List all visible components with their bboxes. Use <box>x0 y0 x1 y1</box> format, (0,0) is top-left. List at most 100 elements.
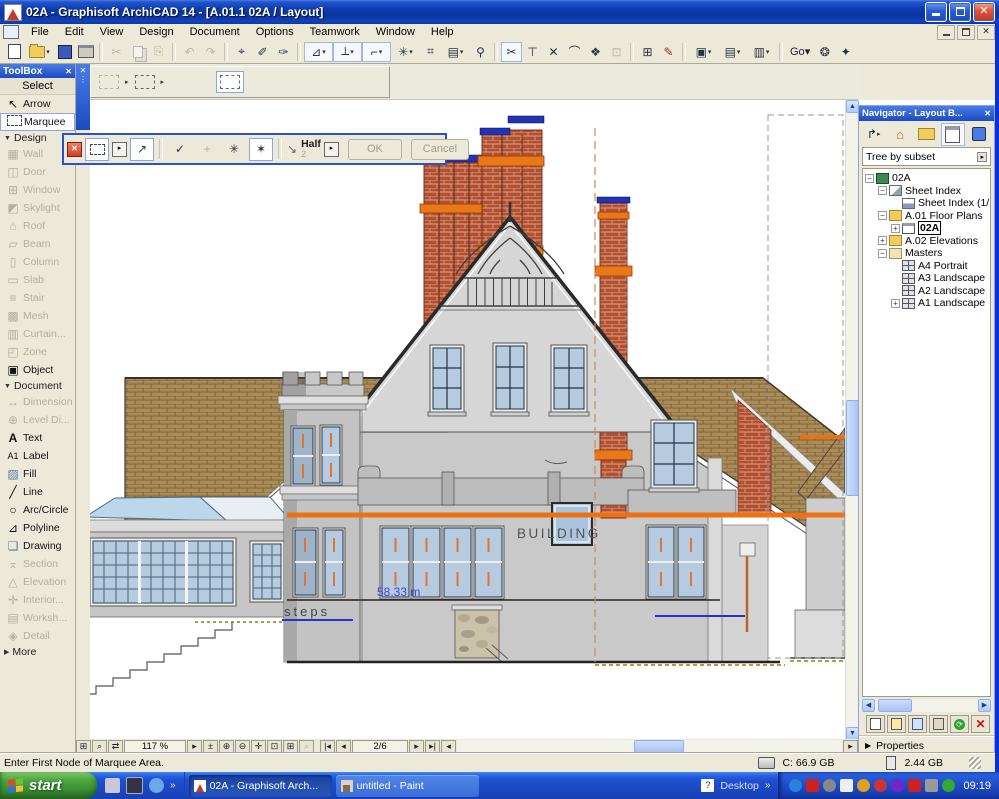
taskbar-task-paint[interactable]: untitled - Paint <box>335 774 479 797</box>
tool-slab[interactable]: ▭ Slab <box>0 271 75 289</box>
input-option[interactable]: ↘ Half 2 <box>287 139 321 159</box>
marquee-poly-icon[interactable] <box>134 75 155 89</box>
zoom-out-button[interactable]: ⊖ <box>235 739 250 753</box>
solid-operations-button[interactable]: ⊡ <box>606 42 627 62</box>
relative-origin-button[interactable]: + <box>195 138 219 161</box>
adjust-elements-button[interactable]: ⊤ <box>522 42 543 62</box>
navigator-close-icon[interactable]: ✕ <box>984 109 991 118</box>
cursor-snap-button[interactable]: ✓ <box>168 138 192 161</box>
tool-polyline[interactable]: ⊿ Polyline <box>0 519 75 537</box>
hscroll-right-icon[interactable]: ▸ <box>843 739 858 753</box>
tool-zone[interactable]: ◰ Zone <box>0 343 75 361</box>
fit-in-window-button[interactable]: ⊡ <box>267 739 282 753</box>
tool-door[interactable]: ◫ Door <box>0 163 75 181</box>
menu-document[interactable]: Document <box>182 25 248 39</box>
print-button[interactable] <box>75 42 96 62</box>
tool-drawing[interactable]: ❏ Drawing <box>0 537 75 555</box>
tree-item-a4-portrait[interactable]: − A4 Portrait <box>863 260 990 273</box>
tool-interior-elevation[interactable]: ✛ Interior... <box>0 591 75 609</box>
tool-detail[interactable]: ◈ Detail <box>0 627 75 645</box>
new-document-button[interactable] <box>4 42 25 62</box>
menu-file[interactable]: File <box>23 25 57 39</box>
tool-worksheet[interactable]: ▤ Worksh... <box>0 609 75 627</box>
tray-back-icon[interactable] <box>789 779 803 792</box>
snap-guides-button[interactable]: ⟂ ▾ <box>333 41 362 62</box>
new-drawing-button[interactable] <box>908 715 927 733</box>
marquee-draw-button[interactable] <box>85 137 109 161</box>
intersect-button[interactable]: ✕ <box>543 42 564 62</box>
navigator-horizontal-scrollbar[interactable]: ◀ ▶ <box>862 699 991 712</box>
explode-button[interactable]: ❖ <box>585 42 606 62</box>
tray-ati-icon[interactable] <box>806 779 820 792</box>
inject-parameters-button[interactable]: ✑ <box>273 42 294 62</box>
trim-elements-button[interactable]: ✂ <box>501 41 522 62</box>
horizontal-scroll-thumb[interactable] <box>634 739 685 753</box>
favorites-button[interactable]: ▤ ▾ <box>441 42 470 62</box>
toolbox-title-bar[interactable]: ToolBox ✕ <box>0 64 75 78</box>
tool-level-dimension[interactable]: ⊕ Level Di... <box>0 411 75 429</box>
tool-stair[interactable]: ≡ Stair <box>0 289 75 307</box>
properties-section[interactable]: ▶ Properties <box>859 736 994 754</box>
tool-arc-circle[interactable]: ○ Arc/Circle <box>0 501 75 519</box>
tree-item-a1-landscape[interactable]: + A1 Landscape <box>863 297 990 310</box>
tool-label[interactable]: A1 Label <box>0 447 75 465</box>
tree-item-floor-plans[interactable]: − A.01 Floor Plans <box>863 210 990 223</box>
preview-button[interactable]: ⌕ <box>92 739 107 753</box>
tree-item-masters[interactable]: − Masters <box>863 247 990 260</box>
quick-launch-overflow-icon[interactable]: » <box>170 780 176 791</box>
pick-up-parameters-button[interactable]: ✐ <box>252 42 273 62</box>
tool-skylight[interactable]: ◩ Skylight <box>0 199 75 217</box>
layout-window-button[interactable]: ▥ ▾ <box>747 42 776 62</box>
tree-item-a3-landscape[interactable]: − A3 Landscape <box>863 272 990 285</box>
undo-button[interactable]: ↶ <box>179 42 200 62</box>
tray-phone-icon[interactable] <box>942 779 956 792</box>
menu-teamwork[interactable]: Teamwork <box>302 25 368 39</box>
new-layout-button[interactable] <box>866 715 885 733</box>
magic-wand-button[interactable]: ✶ <box>249 137 273 161</box>
menu-help[interactable]: Help <box>423 25 462 39</box>
menu-options[interactable]: Options <box>248 25 302 39</box>
navigator-title-bar[interactable]: Navigator - Layout B... ✕ <box>859 106 994 121</box>
collapse-icon[interactable]: − <box>878 211 887 221</box>
tree-item-project-root[interactable]: − 02A <box>863 172 990 185</box>
zoom-toggle-button[interactable]: ± <box>203 739 218 753</box>
pan-button[interactable]: ✛ <box>251 739 266 753</box>
element-settings-button[interactable]: ⚲ <box>470 42 491 62</box>
ok-button[interactable]: OK <box>347 138 402 160</box>
zoom-level-field[interactable]: 117 % <box>124 739 186 753</box>
marquee-mode-button[interactable] <box>216 71 245 93</box>
start-button[interactable]: start <box>0 772 97 799</box>
project-map-button[interactable]: ⌂ <box>888 123 911 146</box>
tool-object[interactable]: ▣ Object <box>0 361 75 379</box>
tool-column[interactable]: ▯ Column <box>0 253 75 271</box>
layout-book-button[interactable] <box>941 122 965 146</box>
mdi-restore-button[interactable] <box>957 24 975 40</box>
zoom-menu-icon[interactable]: ▸ <box>187 739 202 753</box>
redo-button[interactable]: ↷ <box>200 42 221 62</box>
new-subset-button[interactable] <box>887 715 906 733</box>
master-settings-button[interactable] <box>929 715 948 733</box>
tray-button[interactable]: ⊞ <box>76 739 91 753</box>
grouping-button[interactable]: ✳ <box>222 138 246 161</box>
collapse-icon[interactable]: − <box>865 173 874 183</box>
update-button[interactable]: ⟳ <box>950 715 969 733</box>
find-select-button[interactable]: ⌖ <box>231 42 252 62</box>
gravity-button[interactable]: ⊿ ▾ <box>304 41 333 62</box>
document-window-icon[interactable] <box>3 25 19 39</box>
diagonal-input-button[interactable]: ↗ <box>130 137 154 161</box>
tool-marquee[interactable]: Marquee <box>0 113 75 131</box>
floor-plan-window-button[interactable]: ▣ ▾ <box>689 42 718 62</box>
minimize-button[interactable] <box>925 2 947 22</box>
properties-expand-icon[interactable]: ▶ <box>865 741 871 750</box>
zoom-selection-button[interactable]: ⊞ <box>283 739 298 753</box>
paste-button[interactable]: ⎘ <box>148 42 169 62</box>
desktop-label[interactable]: Desktop <box>720 780 759 792</box>
tray-security-icon[interactable] <box>874 779 888 792</box>
toolbox-close-icon[interactable]: ✕ <box>65 67 72 76</box>
next-page-button[interactable]: ▸ <box>409 739 424 753</box>
tool-mesh[interactable]: ▩ Mesh <box>0 307 75 325</box>
tool-arrow[interactable]: ↖ Arrow <box>0 95 75 113</box>
view-map-button[interactable] <box>915 123 938 146</box>
tree-item-sheet-index-drawing[interactable]: − Sheet Index (1/ <box>863 197 990 210</box>
annotate-button[interactable]: ✎ <box>658 42 679 62</box>
